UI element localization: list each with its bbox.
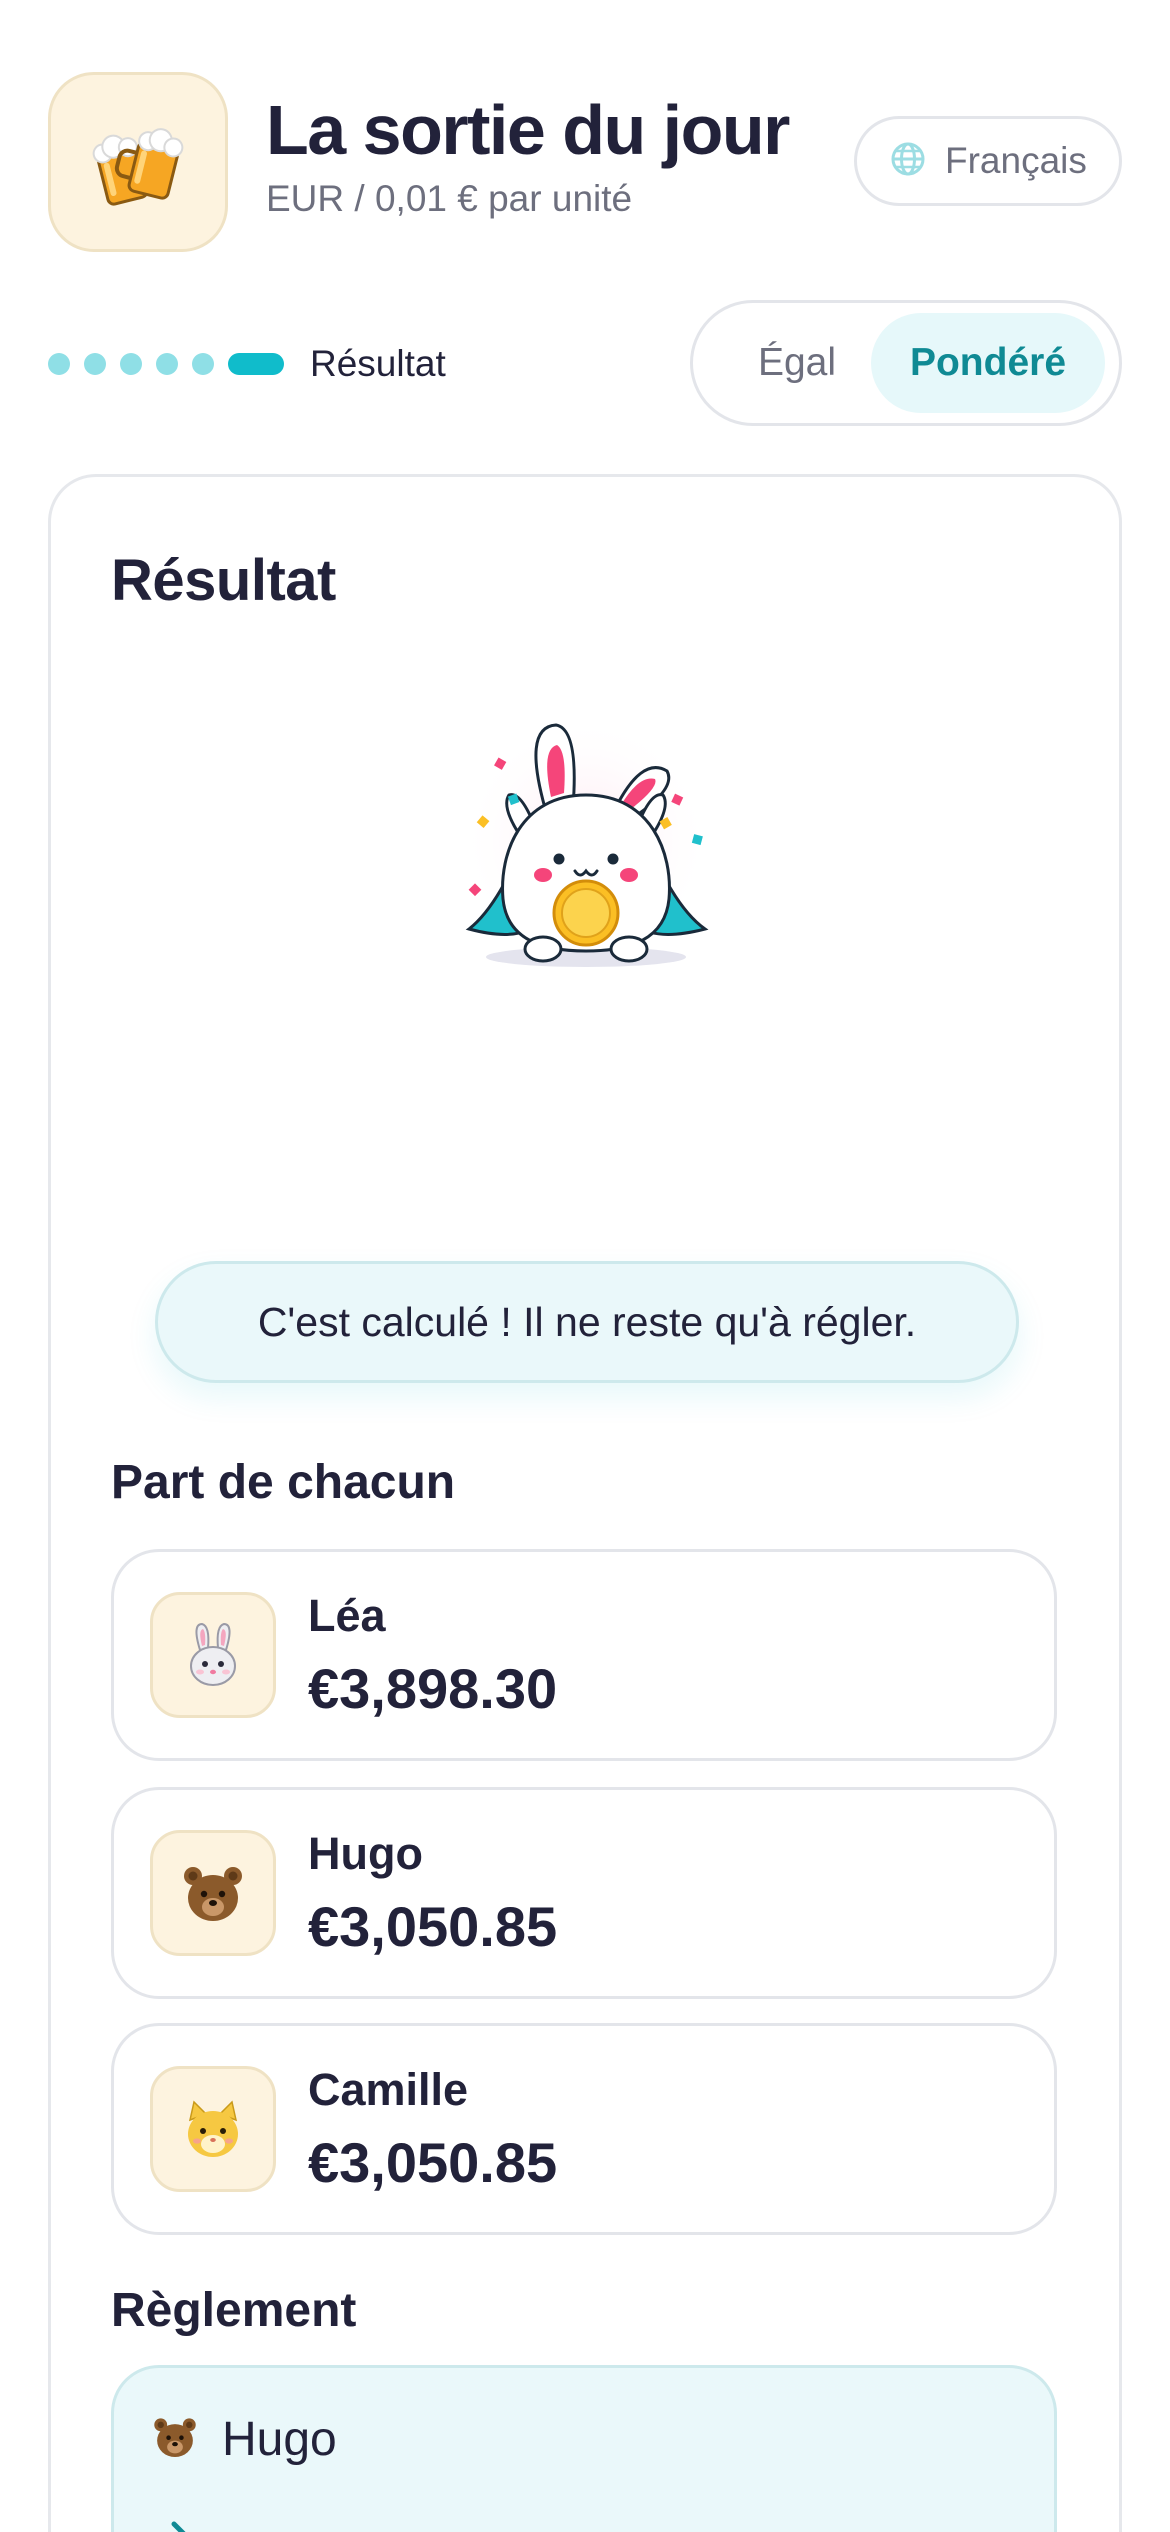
arrow-right-icon bbox=[148, 2518, 196, 2532]
step-dot bbox=[84, 353, 106, 375]
celebration-illustration bbox=[451, 667, 721, 977]
bear-icon bbox=[150, 2412, 200, 2467]
share-item: Camille €3,050.85 bbox=[111, 2023, 1057, 2235]
page-title: La sortie du jour bbox=[266, 91, 790, 169]
share-item: Léa €3,898.30 bbox=[111, 1549, 1057, 1761]
share-amount: €3,050.85 bbox=[308, 1895, 558, 1958]
split-mode-toggle: Égal Pondéré bbox=[690, 300, 1122, 426]
share-name: Hugo bbox=[308, 1828, 423, 1879]
share-name: Camille bbox=[308, 2064, 469, 2115]
beer-mugs-icon bbox=[48, 72, 228, 252]
step-dot bbox=[48, 353, 70, 375]
share-amount: €3,898.30 bbox=[308, 1657, 558, 1720]
step-dot bbox=[120, 353, 142, 375]
step-progress: Résultat bbox=[48, 343, 446, 384]
rabbit-icon bbox=[150, 1592, 276, 1718]
share-item: Hugo €3,050.85 bbox=[111, 1787, 1057, 1999]
split-mode-weighted[interactable]: Pondéré bbox=[871, 313, 1105, 413]
header: La sortie du jour EUR / 0,01 € par unité… bbox=[48, 72, 1122, 252]
settlement-title: Règlement bbox=[111, 2284, 357, 2337]
result-title: Résultat bbox=[111, 548, 336, 613]
globe-icon bbox=[889, 140, 927, 183]
hamster-icon bbox=[150, 2066, 276, 2192]
settlement-payer: Hugo bbox=[150, 2412, 337, 2467]
share-name: Léa bbox=[308, 1590, 386, 1641]
shares-title: Part de chacun bbox=[111, 1456, 456, 1509]
language-button[interactable]: Français bbox=[854, 116, 1122, 206]
share-amount: €3,050.85 bbox=[308, 2131, 558, 2194]
bear-icon bbox=[150, 1830, 276, 1956]
result-card: Résultat C'est calculé ! Il ne reste qu'… bbox=[48, 474, 1122, 2532]
split-mode-equal[interactable]: Égal bbox=[707, 313, 887, 413]
payer-name: Hugo bbox=[222, 2413, 337, 2466]
step-label: Résultat bbox=[310, 343, 446, 384]
settlement-item: Hugo bbox=[111, 2365, 1057, 2532]
step-dot-active bbox=[228, 353, 284, 375]
currency-subtitle: EUR / 0,01 € par unité bbox=[266, 178, 633, 219]
result-message: C'est calculé ! Il ne reste qu'à régler. bbox=[155, 1261, 1019, 1383]
language-label: Français bbox=[945, 140, 1087, 181]
step-dot bbox=[192, 353, 214, 375]
step-dot bbox=[156, 353, 178, 375]
